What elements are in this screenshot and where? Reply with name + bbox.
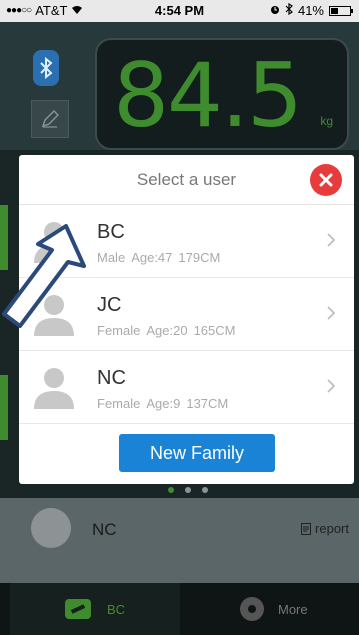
weight-value: 84.5	[113, 44, 303, 147]
tab-user[interactable]: BC	[10, 583, 180, 635]
user-name: JC	[97, 294, 122, 316]
battery-percent: 41%	[297, 3, 324, 18]
pointer-arrow-icon	[2, 224, 86, 328]
background-user-row: NC report	[0, 500, 359, 558]
tab-user-label: BC	[107, 601, 126, 617]
tab-more[interactable]: More	[240, 583, 308, 635]
user-height: 165CM	[193, 323, 236, 338]
user-age: Age:47	[131, 250, 173, 265]
status-bar: ●●●○○ AT&T 4:54 PM 41%	[0, 0, 359, 22]
weight-unit: kg	[320, 114, 333, 128]
scale-icon	[65, 599, 91, 619]
page-indicator	[168, 487, 208, 493]
chevron-right-icon	[327, 306, 336, 320]
user-gender: Female	[97, 323, 141, 338]
report-icon	[301, 522, 312, 535]
page-dot	[202, 487, 208, 493]
report-label: report	[315, 521, 349, 536]
avatar	[31, 508, 71, 548]
user-details: Female Age:20 165CM	[97, 323, 241, 338]
side-indicator	[0, 375, 8, 440]
user-row[interactable]: NC Female Age:9 137CM	[19, 351, 354, 424]
gear-icon	[240, 597, 264, 621]
dialog-header: Select a user	[19, 155, 354, 205]
bluetooth-icon[interactable]	[33, 50, 59, 86]
dialog-title: Select a user	[136, 170, 237, 189]
close-icon	[319, 173, 333, 187]
chevron-right-icon	[327, 233, 336, 247]
bluetooth-status-icon	[285, 2, 293, 18]
battery-icon	[329, 5, 353, 16]
background-user-name: NC	[92, 520, 117, 539]
user-details: Male Age:47 179CM	[97, 250, 226, 265]
chevron-right-icon	[327, 379, 336, 393]
page-dot	[168, 487, 174, 493]
avatar-icon	[34, 368, 74, 409]
user-details: Female Age:9 137CM	[97, 396, 234, 411]
page-dot	[185, 487, 191, 493]
tab-more-label: More	[278, 601, 308, 617]
user-name: BC	[97, 221, 125, 243]
user-height: 179CM	[178, 250, 221, 265]
report-link: report	[301, 521, 349, 536]
user-name: NC	[97, 367, 126, 389]
user-height: 137CM	[186, 396, 229, 411]
edit-icon[interactable]	[31, 100, 69, 138]
new-family-button[interactable]: New Family	[119, 434, 275, 472]
user-age: Age:9	[146, 396, 181, 411]
user-gender: Male	[97, 250, 126, 265]
alarm-icon	[270, 3, 280, 18]
weight-display: 84.5 kg	[95, 38, 349, 150]
user-age: Age:20	[146, 323, 188, 338]
close-button[interactable]	[310, 164, 342, 196]
tab-bar: BC More	[0, 583, 359, 635]
user-gender: Female	[97, 396, 141, 411]
